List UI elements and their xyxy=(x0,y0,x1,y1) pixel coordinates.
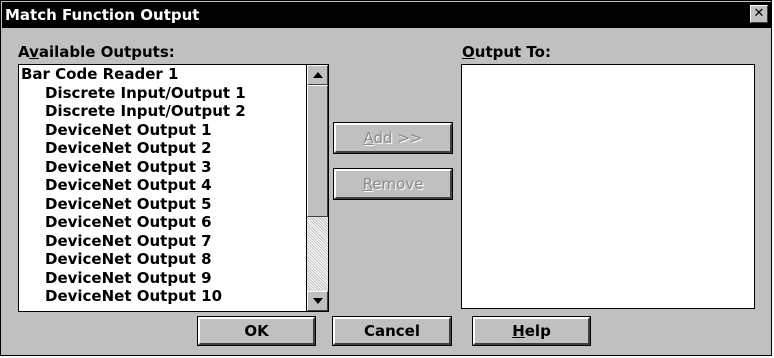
ok-button[interactable]: OK xyxy=(197,316,316,346)
available-outputs-label: Available Outputs: xyxy=(18,43,175,61)
list-item[interactable]: DeviceNet Output 1 xyxy=(19,121,305,140)
list-item[interactable]: Discrete Input/Output 1 xyxy=(19,84,305,103)
available-outputs-scrollbar[interactable] xyxy=(306,65,328,311)
scroll-down-button[interactable] xyxy=(307,291,328,311)
close-button[interactable]: ✕ xyxy=(750,5,768,23)
list-item[interactable]: Bar Code Reader 1 xyxy=(19,65,305,84)
list-item[interactable]: DeviceNet Output 5 xyxy=(19,195,305,214)
list-item[interactable]: DeviceNet Output 7 xyxy=(19,232,305,251)
output-to-list[interactable] xyxy=(461,64,755,309)
close-icon: ✕ xyxy=(753,6,765,21)
list-item[interactable]: DeviceNet Output 6 xyxy=(19,213,305,232)
list-item[interactable]: DeviceNet Output 4 xyxy=(19,176,305,195)
arrow-up-icon xyxy=(313,72,323,78)
list-item[interactable]: DeviceNet Output 8 xyxy=(19,250,305,269)
window-title: Match Function Output xyxy=(5,6,200,24)
title-bar[interactable]: Match Function Output ✕ xyxy=(2,2,772,28)
list-item[interactable]: DeviceNet Output 3 xyxy=(19,158,305,177)
list-item[interactable]: Discrete Input/Output 2 xyxy=(19,102,305,121)
scroll-up-button[interactable] xyxy=(307,65,328,85)
list-item[interactable]: DeviceNet Output 10 xyxy=(19,287,305,306)
output-to-label: Output To: xyxy=(462,43,551,61)
add-button[interactable]: Add >> xyxy=(333,122,453,154)
match-function-output-dialog: Match Function Output ✕ Available Output… xyxy=(0,0,772,356)
available-outputs-list[interactable]: Bar Code Reader 1 Discrete Input/Output 1… xyxy=(18,64,329,312)
remove-button[interactable]: Remove xyxy=(333,168,453,200)
cancel-button[interactable]: Cancel xyxy=(332,316,452,346)
list-item[interactable]: DeviceNet Output 2 xyxy=(19,139,305,158)
available-outputs-items: Bar Code Reader 1 Discrete Input/Output 1… xyxy=(19,65,305,311)
help-button[interactable]: Help xyxy=(472,316,591,346)
arrow-down-icon xyxy=(313,298,323,304)
list-item[interactable]: DeviceNet Output 9 xyxy=(19,269,305,288)
scroll-thumb[interactable] xyxy=(307,85,328,217)
